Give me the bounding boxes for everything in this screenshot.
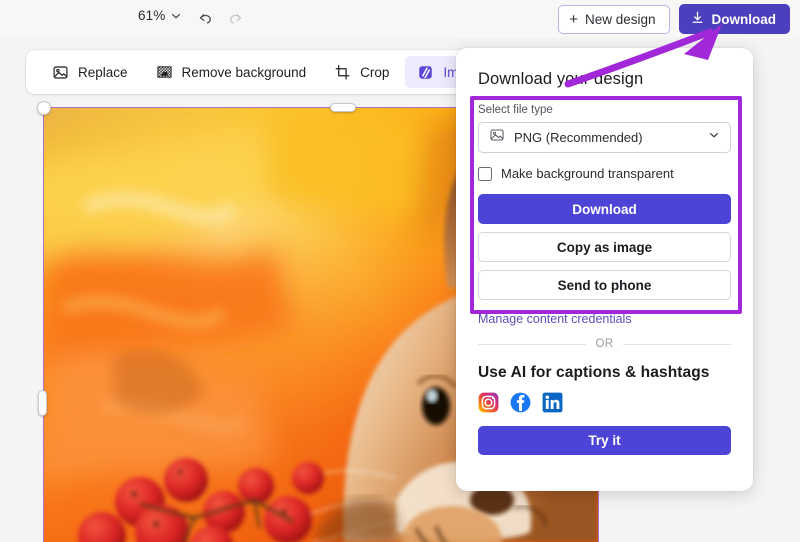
tool-replace[interactable]: Replace [40,56,140,88]
zoom-control[interactable]: 61% [138,8,183,23]
transparent-background-checkbox[interactable]: Make background transparent [478,166,731,181]
tool-crop-label: Crop [360,65,389,80]
file-type-select[interactable]: PNG (Recommended) [478,122,731,153]
manage-content-credentials-link[interactable]: Manage content credentials [478,312,731,326]
download-arrow-icon [690,10,705,28]
download-button-top-label: Download [712,12,777,27]
download-button-panel[interactable]: Download [478,194,731,224]
copy-as-image-button[interactable]: Copy as image [478,232,731,262]
checkbox-box[interactable] [478,167,492,181]
divider-line-left [478,344,586,345]
download-button-top[interactable]: Download [679,4,791,34]
new-design-label: New design [585,12,656,27]
image-toolbar: Replace Remove background [26,50,492,94]
tool-crop[interactable]: Crop [322,56,401,88]
instagram-icon[interactable] [478,392,499,413]
facebook-icon[interactable] [510,392,531,413]
plus-icon: + [569,12,578,27]
tool-remove-background-label: Remove background [182,65,307,80]
image-icon [52,64,69,81]
try-it-label: Try it [588,433,620,448]
or-label: OR [595,338,613,350]
undo-arrow-icon[interactable] [192,6,218,30]
file-type-label: Select file type [478,104,731,116]
send-to-phone-label: Send to phone [558,278,652,293]
side-handle-left[interactable] [38,390,47,416]
download-panel: Download your design Select file type PN… [456,48,753,491]
panel-title: Download your design [478,70,731,89]
file-type-value: PNG (Recommended) [514,130,698,145]
ai-section-title: Use AI for captions & hashtags [478,364,731,382]
send-to-phone-button[interactable]: Send to phone [478,270,731,300]
crop-icon [334,64,351,81]
or-divider: OR [478,338,731,350]
top-right-actions: + New design Download [558,4,790,34]
tool-remove-background[interactable]: Remove background [144,56,319,88]
tool-replace-label: Replace [78,65,128,80]
chevron-down-icon[interactable] [707,128,721,147]
transparent-background-label: Make background transparent [501,166,674,181]
zoom-level-label: 61% [138,8,165,23]
new-design-button[interactable]: + New design [558,5,669,34]
try-it-button[interactable]: Try it [478,426,731,455]
download-button-panel-label: Download [572,202,637,217]
image-effects-icon [417,64,434,81]
image-icon [489,127,505,148]
redo-arrow-icon[interactable] [222,6,248,30]
corner-handle-top-left[interactable] [37,101,51,115]
top-toolbar: 61% + New design [0,0,800,38]
side-handle-top[interactable] [330,103,356,112]
linkedin-icon[interactable] [542,392,563,413]
app-root: 61% + New design [0,0,800,542]
chevron-down-icon[interactable] [169,9,183,23]
history-controls [192,6,248,30]
checkered-eraser-icon [156,64,173,81]
divider-line-right [623,344,731,345]
copy-as-image-label: Copy as image [557,240,652,255]
social-icons-row [478,392,731,413]
